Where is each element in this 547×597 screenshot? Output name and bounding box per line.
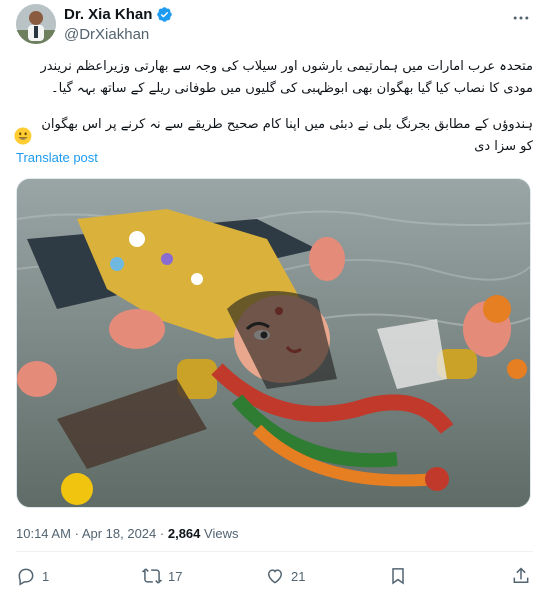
post-text: متحدہ عرب امارات میں ہمارتیمی بارشوں اور… xyxy=(14,56,533,158)
post-meta: 10:14 AM · Apr 18, 2024 · 2,864 Views xyxy=(16,526,238,541)
profile-photo xyxy=(16,4,56,44)
meta-separator-2: · xyxy=(159,526,165,541)
post-date[interactable]: Apr 18, 2024 xyxy=(82,526,156,541)
heart-icon xyxy=(267,569,283,584)
avatar[interactable] xyxy=(16,4,56,44)
divider xyxy=(16,551,533,552)
author-handle[interactable]: @DrXiakhan xyxy=(64,26,149,43)
like-button[interactable]: 21 xyxy=(265,566,305,586)
repost-icon xyxy=(142,568,162,584)
bookmark-icon xyxy=(392,568,404,585)
post-paragraph-2: ہندوؤں کے مطابق بجرنگ بلی نے دبئی میں اپ… xyxy=(41,117,533,154)
post-time[interactable]: 10:14 AM xyxy=(16,526,71,541)
meta-separator: · xyxy=(74,526,79,541)
share-button[interactable] xyxy=(511,566,531,586)
translate-post-link[interactable]: Translate post xyxy=(16,150,98,165)
post-paragraph-1: متحدہ عرب امارات میں ہمارتیمی بارشوں اور… xyxy=(40,59,533,96)
verified-badge-icon xyxy=(157,7,173,22)
photo-idol-in-flood-water xyxy=(17,179,530,507)
post-media[interactable] xyxy=(16,178,531,508)
reply-icon xyxy=(18,568,34,586)
reply-count: 1 xyxy=(42,568,50,584)
author-name-row[interactable]: Dr. Xia Khan xyxy=(64,6,173,23)
bookmark-button[interactable] xyxy=(388,566,408,586)
reply-button[interactable]: 1 xyxy=(16,566,49,586)
action-bar: 1 17 21 xyxy=(16,566,533,590)
repost-count: 17 xyxy=(168,568,183,584)
display-name[interactable]: Dr. Xia Khan xyxy=(64,6,152,23)
views-count: 2,864 xyxy=(167,526,201,541)
views-label: Views xyxy=(204,526,239,541)
repost-button[interactable]: 17 xyxy=(142,566,182,586)
more-options-icon[interactable] xyxy=(511,8,531,28)
grinning-face-emoji xyxy=(14,127,32,145)
share-icon xyxy=(513,567,529,583)
like-count: 21 xyxy=(291,568,306,584)
